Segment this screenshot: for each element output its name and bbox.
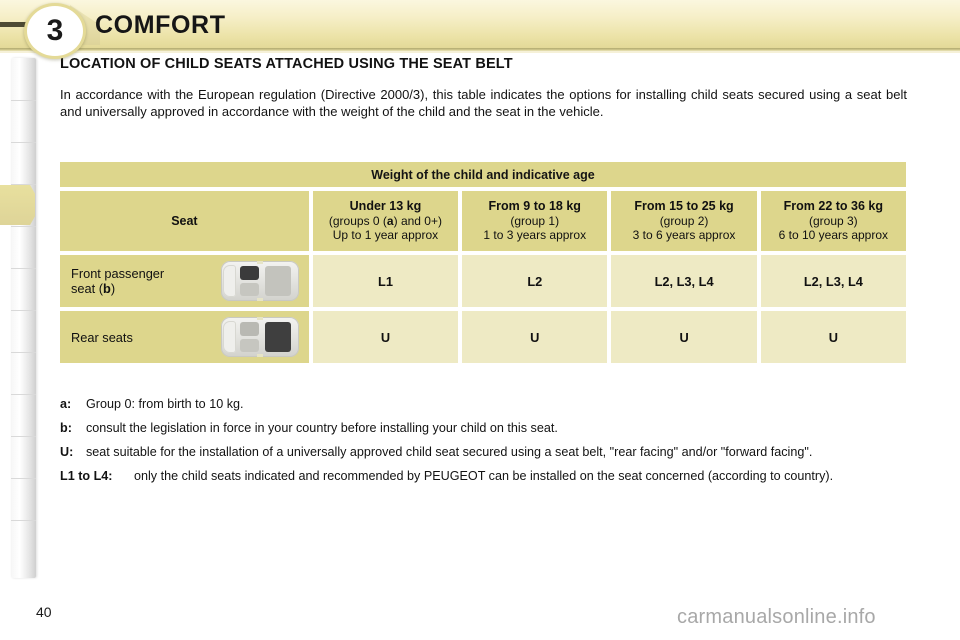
tab-divider [11,268,36,269]
cell-rear-group3: U [760,311,907,363]
tab-divider [11,226,36,227]
row-label-line2: seat (b) [71,281,164,296]
chapter-title: COMFORT [95,11,226,39]
table-header-group-3: From 22 to 36 kg (group 3) 6 to 10 years… [760,191,906,251]
legend-text-l: only the child seats indicated and recom… [134,469,834,483]
active-chapter-tab[interactable] [0,185,35,225]
page-content: LOCATION OF CHILD SEATS ATTACHED USING T… [60,56,908,120]
seat-front-passenger [239,322,259,336]
group-weight-1: From 9 to 18 kg [488,199,581,214]
cell-front-group2: L2, L3, L4 [611,255,757,307]
car-tick-bottom [256,298,263,301]
group-weight-0: Under 13 kg [349,199,422,214]
car-tick-top [256,317,263,320]
cell-front-group1: L2 [462,255,608,307]
cell-rear-group2: U [611,311,757,363]
site-watermark: carmanualsonline.info [677,606,876,628]
seat-driver [239,283,259,296]
row-label-line2-post: ) [110,281,116,296]
table-header-group-0: Under 13 kg (groups 0 (a) and 0+) Up to … [312,191,459,251]
group-sub-0: (groups 0 (a) and 0+) [329,214,442,229]
page-number: 40 [36,604,52,620]
table-header-group-1: From 9 to 18 kg (group 1) 1 to 3 years a… [462,191,608,251]
table-row: Front passenger seat (b) L1 L2 L2, L3, L… [60,255,907,307]
tab-divider [11,184,36,185]
tab-divider [11,394,36,395]
group-weight-3: From 22 to 36 kg [783,199,883,214]
group-sub-0-pre: (groups 0 ( [328,213,387,228]
cell-front-group3: L2, L3, L4 [760,255,907,307]
section-title: LOCATION OF CHILD SEATS ATTACHED USING T… [60,56,513,72]
car-top-view-front-highlight-icon [220,261,299,301]
chapter-number-badge: 3 [24,3,86,59]
seat-rear-bench [264,322,291,352]
banner-bottom-rule-light [0,51,960,53]
legend-item-u: U: seat suitable for the installation of… [60,444,910,461]
legend-text-u: seat suitable for the installation of a … [86,445,813,459]
group-sub-0-note-ref: a [386,213,394,228]
tab-divider [11,520,36,521]
legend-text-a: Group 0: from birth to 10 kg. [86,397,244,411]
legend-key-b: b: [60,421,72,435]
seat-rear-bench [264,266,291,296]
chapter-tab-strip[interactable] [11,58,36,578]
row-label-note-ref: b [103,281,111,296]
group-age-2: 3 to 6 years approx [632,228,736,243]
cell-front-group0: L1 [312,255,459,307]
table-header-row: Seat Under 13 kg (groups 0 (a) and 0+) U… [60,191,906,251]
car-nose [222,321,236,353]
row-label-line1: Rear seats [71,329,133,345]
group-sub-3: (group 3) [808,213,858,228]
seat-driver [239,339,259,352]
legend-key-a: a: [60,397,72,411]
tab-divider [11,436,36,437]
legend-item-l: L1 to L4: only the child seats indicated… [60,468,910,485]
table-header-group-2: From 15 to 25 kg (group 2) 3 to 6 years … [611,191,757,251]
group-age-0: Up to 1 year approx [332,228,439,243]
car-top-view-rear-highlight-icon [220,317,299,357]
cell-rear-group0: U [312,311,459,363]
seat-front-passenger [239,266,259,280]
group-sub-1: (group 1) [510,213,560,228]
row-label-line1: Front passenger [71,266,165,281]
tab-divider [11,478,36,479]
group-sub-2: (group 2) [659,213,709,228]
car-tick-bottom [256,354,263,357]
group-age-1: 1 to 3 years approx [483,228,587,243]
tab-divider [11,352,36,353]
group-age-3: 6 to 10 years approx [778,228,889,243]
row-label-rear-seats: Rear seats [60,311,309,363]
table-row: Rear seats U U U U [60,311,907,363]
legend-key-l: L1 to L4: [60,469,113,483]
legend-item-a: a: Group 0: from birth to 10 kg. [60,396,910,413]
group-sub-0-post: ) and 0+) [393,213,442,228]
table-band-title: Weight of the child and indicative age [60,162,906,187]
legend-item-b: b: consult the legislation in force in y… [60,420,910,437]
child-seat-table: Weight of the child and indicative age S… [60,162,907,363]
section-intro-paragraph: In accordance with the European regulati… [60,87,907,119]
legend-text-b: consult the legislation in force in your… [86,421,558,435]
group-weight-2: From 15 to 25 kg [634,199,734,214]
car-nose [222,265,236,297]
tab-divider [11,100,36,101]
table-legend: a: Group 0: from birth to 10 kg. b: cons… [60,396,910,492]
row-label-line2-pre: seat ( [71,281,104,296]
table-header-seat: Seat [60,191,309,251]
chapter-number: 3 [46,14,64,47]
row-label-front-passenger: Front passenger seat (b) [60,255,309,307]
car-tick-top [256,261,263,264]
legend-key-u: U: [60,445,74,459]
tab-divider [11,142,36,143]
cell-rear-group1: U [462,311,608,363]
tab-divider [11,310,36,311]
